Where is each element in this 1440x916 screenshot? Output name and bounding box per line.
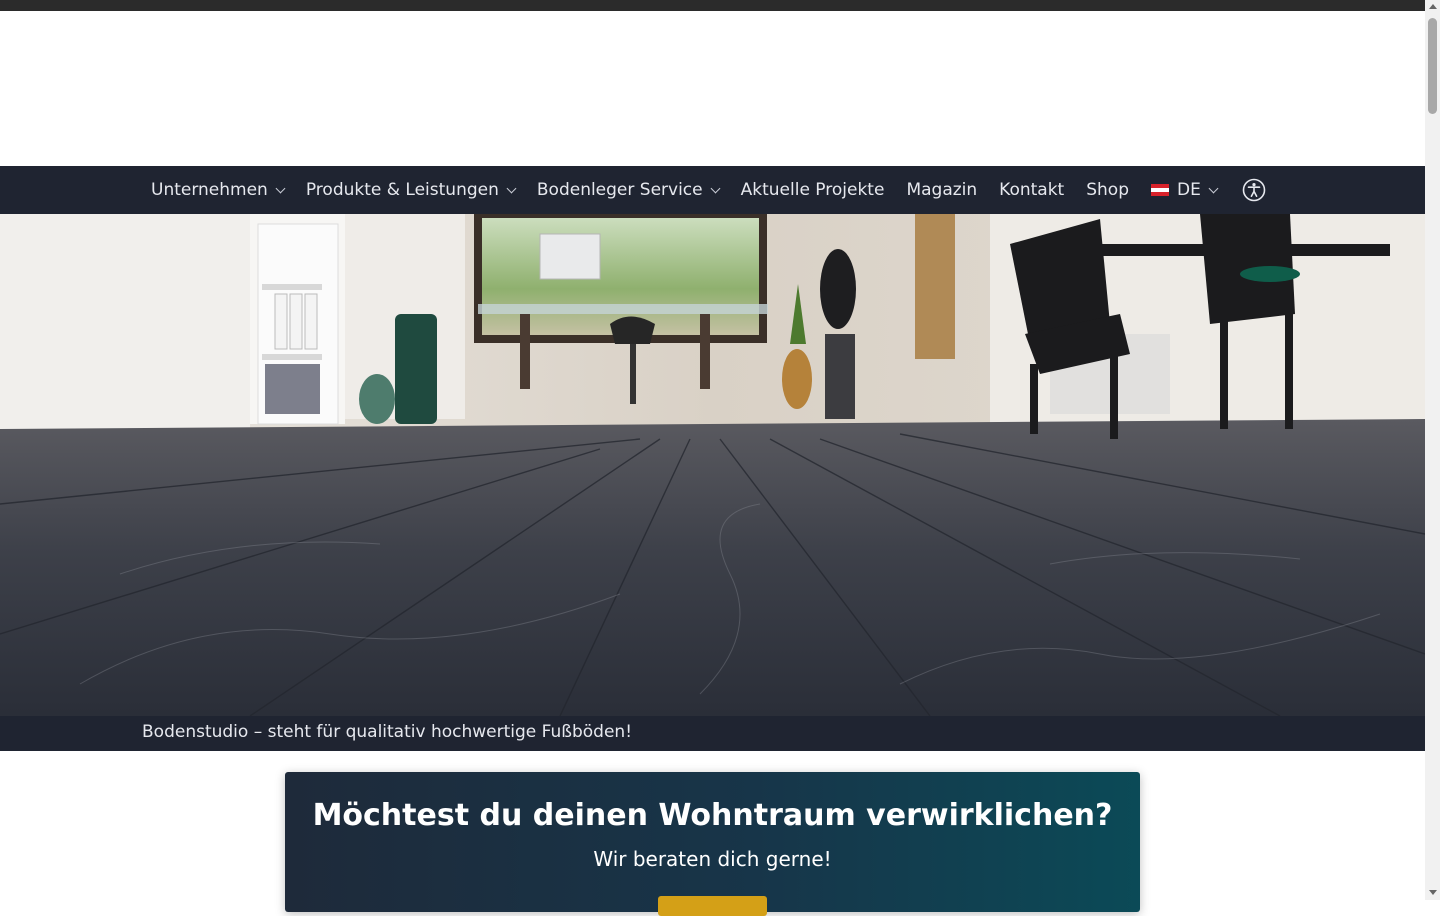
chevron-down-icon	[275, 183, 286, 193]
main-navigation: Unternehmen Produkte & Leistungen Bodenl…	[0, 166, 1425, 214]
hero-caption-text: Bodenstudio – steht für qualitativ hochw…	[142, 722, 633, 742]
scroll-down-arrow-icon[interactable]	[1429, 890, 1437, 895]
nav-item-label: Produkte & Leistungen	[305, 180, 499, 200]
language-switcher[interactable]: DE	[1140, 166, 1228, 214]
nav-item-shop[interactable]: Shop	[1075, 166, 1140, 214]
scrollbar-thumb[interactable]	[1428, 18, 1437, 114]
nav-item-label: Bodenleger Service	[536, 180, 703, 200]
nav-item-label: Kontakt	[999, 180, 1065, 200]
accessibility-icon[interactable]	[1242, 178, 1266, 202]
nav-item-produkte-leistungen[interactable]: Produkte & Leistungen	[295, 166, 526, 214]
language-label: DE	[1177, 180, 1201, 200]
browser-top-bar	[0, 0, 1425, 11]
nav-item-bodenleger-service[interactable]: Bodenleger Service	[526, 166, 730, 214]
nav-item-kontakt[interactable]: Kontakt	[988, 166, 1075, 214]
hero-caption-bar: Bodenstudio – steht für qualitativ hochw…	[0, 716, 1425, 751]
site-header	[0, 11, 1425, 166]
hero-image	[0, 214, 1425, 716]
nav-item-magazin[interactable]: Magazin	[895, 166, 988, 214]
nav-menu: Unternehmen Produkte & Leistungen Bodenl…	[140, 166, 1266, 214]
cta-title: Möchtest du deinen Wohntraum verwirklich…	[312, 798, 1113, 833]
cta-subtitle: Wir beraten dich gerne!	[593, 847, 832, 871]
nav-item-label: Shop	[1086, 180, 1129, 200]
nav-item-label: Unternehmen	[151, 180, 268, 200]
nav-item-aktuelle-projekte[interactable]: Aktuelle Projekte	[730, 166, 896, 214]
cta-box: Möchtest du deinen Wohntraum verwirklich…	[285, 772, 1140, 916]
nav-item-label: Aktuelle Projekte	[740, 180, 885, 200]
chevron-down-icon	[506, 183, 517, 193]
austria-flag-icon	[1151, 184, 1169, 196]
chevron-down-icon	[1208, 183, 1219, 193]
cta-button[interactable]	[658, 896, 767, 916]
chevron-down-icon	[710, 183, 721, 193]
nav-item-unternehmen[interactable]: Unternehmen	[140, 166, 295, 214]
scroll-up-arrow-icon[interactable]	[1429, 4, 1437, 9]
nav-item-label: Magazin	[906, 180, 978, 200]
vertical-scrollbar[interactable]	[1425, 0, 1440, 900]
